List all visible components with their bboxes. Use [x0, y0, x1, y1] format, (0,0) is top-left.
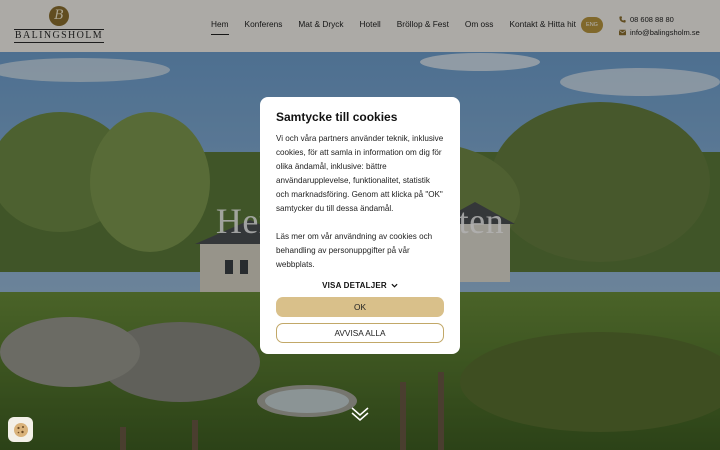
- cookie-icon: [13, 422, 28, 437]
- cookie-consent-dialog: Samtycke till cookies Vi och våra partne…: [260, 97, 460, 354]
- chevron-down-icon: [391, 283, 398, 288]
- show-details-label: VISA DETALJER: [322, 281, 387, 290]
- show-details-button[interactable]: VISA DETALJER: [276, 281, 444, 290]
- cookie-settings-button[interactable]: [8, 417, 33, 442]
- privacy-text: Läs mer om vår användning av cookies och…: [276, 232, 433, 269]
- ok-button[interactable]: OK: [276, 297, 444, 317]
- dialog-body: Vi och våra partners använder teknik, in…: [276, 132, 444, 272]
- reject-all-button[interactable]: AVVISA ALLA: [276, 323, 444, 343]
- double-chevron-down-icon[interactable]: [350, 404, 370, 424]
- dialog-title: Samtycke till cookies: [276, 110, 398, 124]
- consent-text: Vi och våra partners använder teknik, in…: [276, 134, 444, 213]
